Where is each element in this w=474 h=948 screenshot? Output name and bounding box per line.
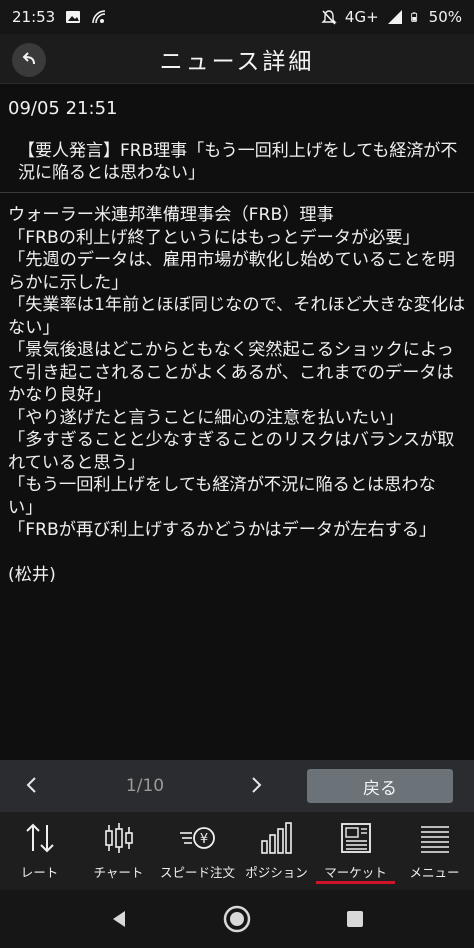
tab-rate[interactable]: レート (0, 812, 79, 890)
triangle-back-icon (113, 911, 125, 927)
page-title: ニュース詳細 (159, 48, 315, 75)
tab-chart[interactable]: チャート (79, 812, 158, 890)
mute-icon (321, 10, 337, 25)
tab-label: マーケット (324, 865, 387, 880)
status-time: 21:53 (12, 8, 56, 26)
image-icon (66, 11, 81, 23)
back-button[interactable] (12, 43, 46, 77)
nav-recents-button[interactable] (340, 904, 370, 934)
menu-icon (415, 820, 455, 856)
newspaper-icon (336, 820, 376, 856)
article-pager: 1/10 戻る (0, 760, 474, 812)
article-headline: 【要人発言】FRB理事「もう一回利上げをしても経済が不況に陥るとは思わない」 (18, 141, 458, 183)
back-arrow-icon (22, 52, 35, 65)
tab-menu[interactable]: メニュー (395, 812, 474, 890)
battery-percent: 50% (428, 8, 462, 26)
tab-label: ポジション (245, 865, 308, 880)
nav-home-button[interactable] (222, 904, 252, 934)
prev-article-button[interactable] (20, 770, 44, 800)
tab-label: チャート (93, 865, 144, 880)
candlestick-chart-icon (99, 820, 139, 856)
return-button[interactable]: 戻る (307, 769, 453, 803)
signal-on-icon (92, 10, 106, 24)
tab-position[interactable]: ポジション (237, 812, 316, 890)
bottom-tab-bar: レート チャート ¥ スピード注文 ポジション マーケット メニュー (0, 812, 474, 890)
square-recents-icon (347, 911, 363, 927)
rate-arrows-icon (20, 820, 60, 856)
bar-chart-icon (257, 820, 297, 856)
battery-icon (410, 12, 417, 22)
article-datetime: 09/05 21:51 (8, 98, 118, 119)
tab-market[interactable]: マーケット (316, 812, 395, 890)
tab-label: メニュー (409, 865, 460, 880)
home-circle-icon (223, 905, 251, 933)
tab-speed-order[interactable]: ¥ スピード注文 (158, 812, 237, 890)
nav-back-button[interactable] (104, 904, 134, 934)
network-label: 4G+ (344, 8, 379, 26)
active-tab-indicator (316, 881, 395, 884)
chevron-left-icon (26, 777, 36, 793)
signal-strength-icon (387, 10, 402, 24)
next-article-button[interactable] (244, 770, 268, 800)
article-content[interactable]: 09/05 21:51 【要人発言】FRB理事「もう一回利上げをしても経済が不況… (0, 84, 474, 760)
page-counter: 1/10 (125, 776, 165, 796)
system-nav-bar (0, 890, 474, 948)
divider (0, 192, 474, 193)
article-body: ウォーラー米連邦準備理事会（FRB）理事 「FRBの利上げ終了というにはもっとデ… (8, 205, 466, 585)
yen-speed-icon: ¥ (178, 820, 218, 856)
tab-label: スピード注文 (159, 865, 235, 880)
svg-text:¥: ¥ (199, 832, 207, 847)
app-header: ニュース詳細 (0, 34, 474, 84)
tab-label: レート (20, 865, 59, 880)
chevron-right-icon (252, 777, 262, 793)
status-bar: 21:53 4G+ 50% (0, 0, 474, 34)
